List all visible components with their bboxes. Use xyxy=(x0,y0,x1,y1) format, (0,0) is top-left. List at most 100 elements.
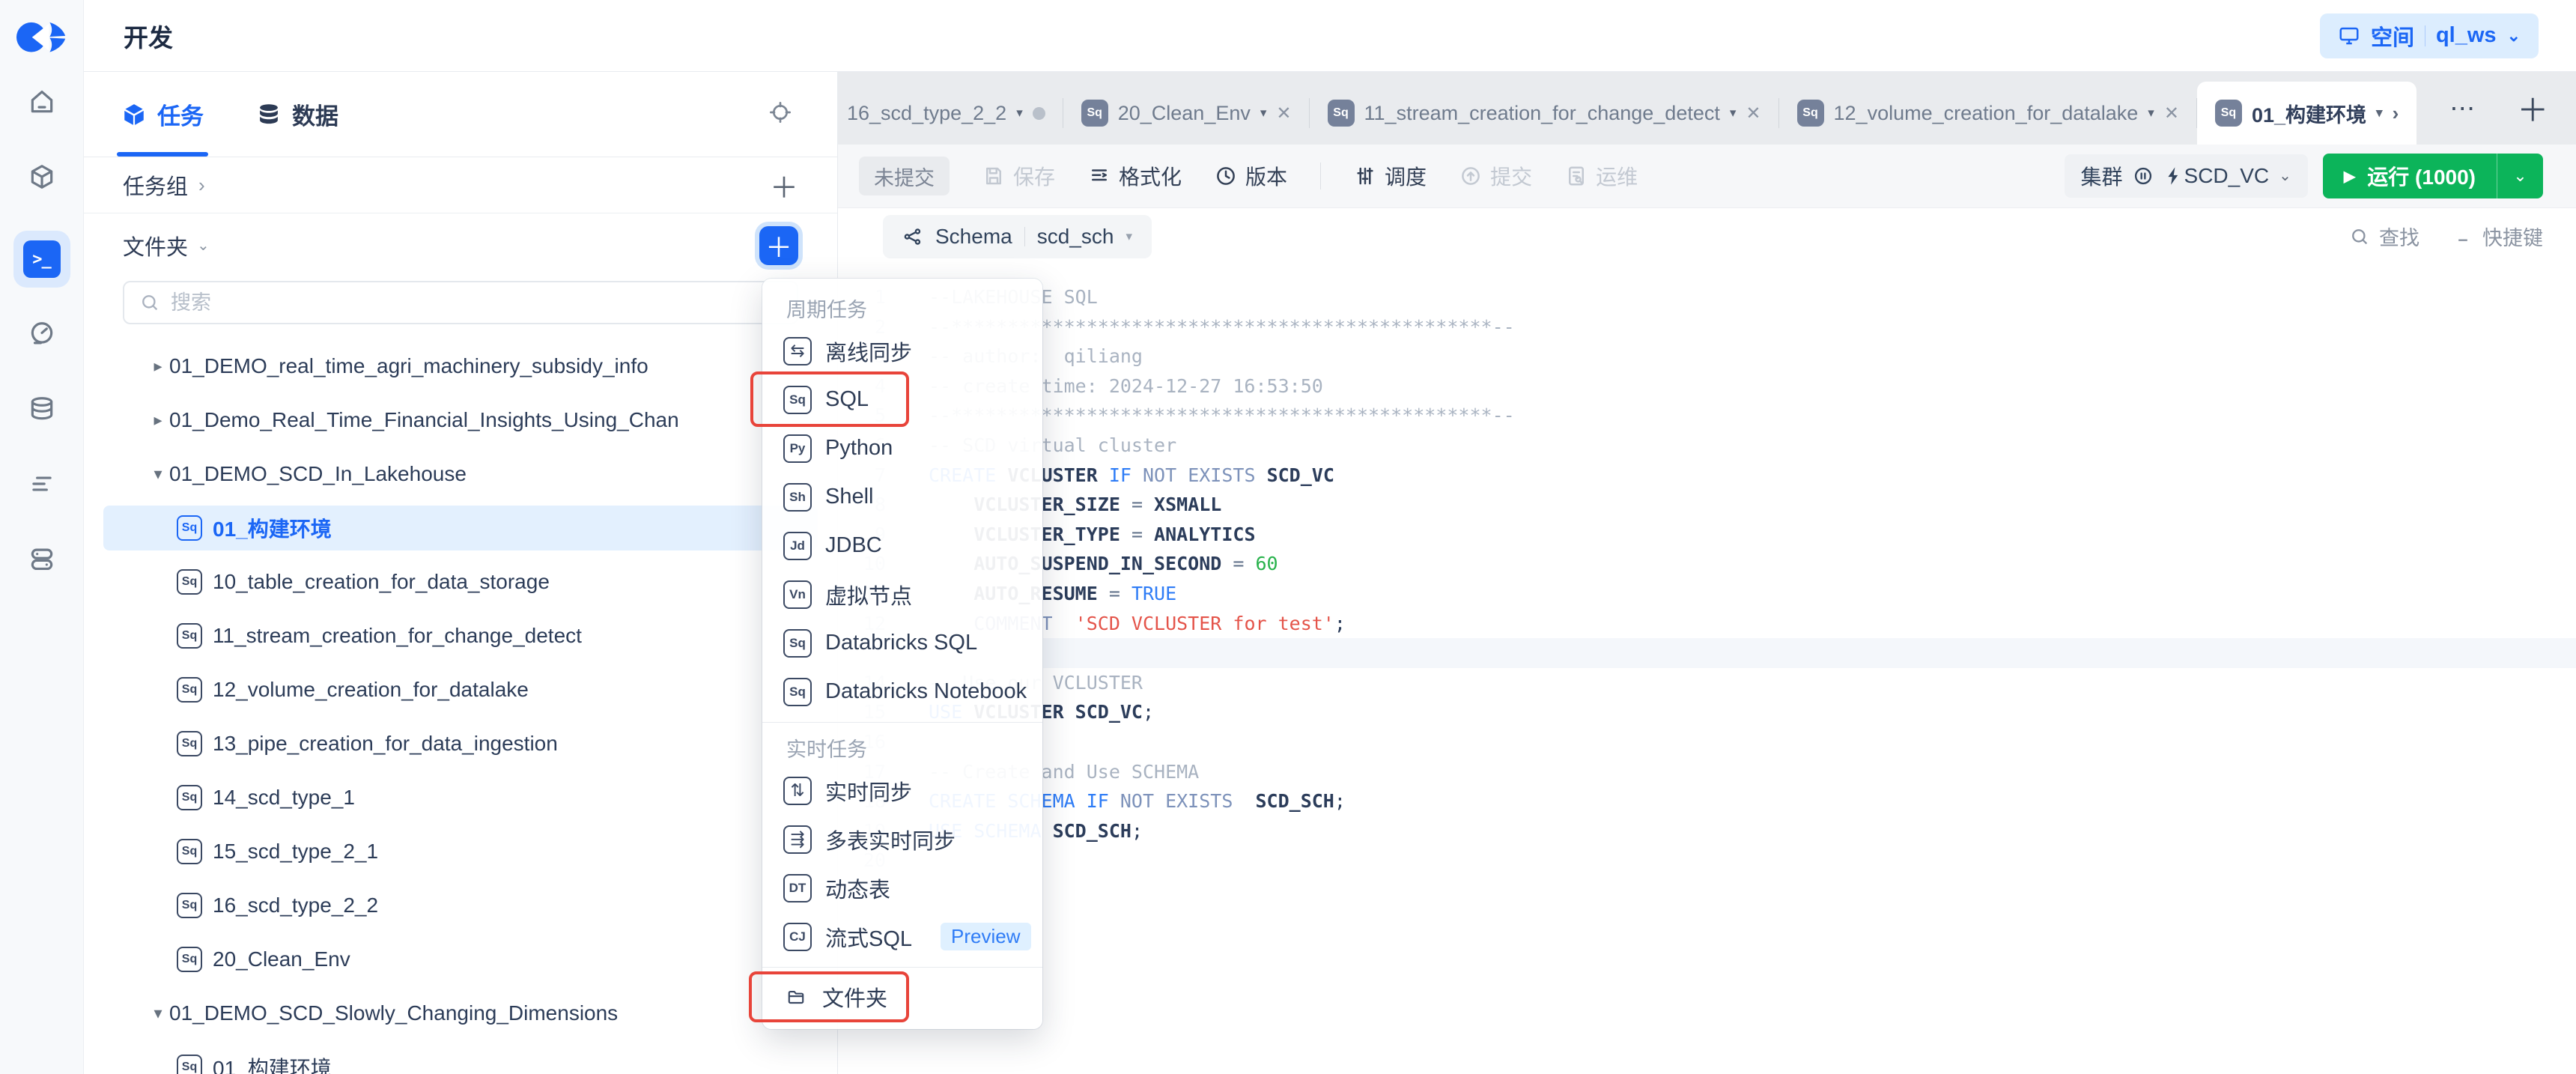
tree-task-item[interactable]: Sq15_scd_type_2_1 xyxy=(84,825,837,879)
menu-item-sql-task[interactable]: Sq SQL xyxy=(762,375,1042,424)
menu-item-realtime-sync[interactable]: ⇅实时同步 xyxy=(762,766,1042,815)
tree-task-item[interactable]: Sq10_table_creation_for_data_storage xyxy=(84,555,837,609)
editor-tab[interactable]: Sq12_volume_creation_for_datalake▾✕ xyxy=(1779,82,2197,145)
new-tab-button[interactable]: ＋ xyxy=(2517,85,2548,131)
tab-caret-down-icon[interactable]: ▾ xyxy=(2376,106,2383,121)
clusters-icon[interactable] xyxy=(13,530,70,587)
menu-item-dynamic-table[interactable]: DT动态表 xyxy=(762,864,1042,912)
menu-item-multi-table-realtime-sync[interactable]: ⇶多表实时同步 xyxy=(762,815,1042,864)
save-button[interactable]: 保存 xyxy=(982,161,1055,191)
tree-task-item[interactable]: Sq11_stream_creation_for_change_detect xyxy=(84,609,837,663)
tree-task-item[interactable]: Sq12_volume_creation_for_datalake xyxy=(84,663,837,717)
tree-task-item[interactable]: Sq13_pipe_creation_for_data_ingestion xyxy=(84,717,837,771)
tree-group[interactable]: ▾01_DEMO_SCD_In_Lakehouse xyxy=(84,447,837,501)
dev-terminal-icon[interactable]: >_ xyxy=(13,231,70,288)
menu-item-new-folder[interactable]: 文件夹 xyxy=(762,974,1042,1020)
tab-caret-down-icon[interactable]: ▾ xyxy=(1016,106,1023,121)
more-tabs-icon[interactable]: ⋯ xyxy=(2449,94,2476,124)
close-icon[interactable]: ✕ xyxy=(2164,103,2179,124)
task-list-icon[interactable] xyxy=(13,455,70,512)
sql-task-icon: Sq xyxy=(2215,100,2242,127)
search-input[interactable] xyxy=(171,291,782,315)
workspace-switcher[interactable]: 空间 ql_ws ⌄ xyxy=(2320,13,2539,58)
tree-row-inner: Sq16_scd_type_2_2 xyxy=(103,883,818,928)
tree-group[interactable]: ▾01_DEMO_SCD_Slowly_Changing_Dimensions xyxy=(84,986,837,1040)
tab-caret-down-icon[interactable]: ▾ xyxy=(2148,106,2154,121)
editor-tab-label: 20_Clean_Env xyxy=(1118,102,1251,125)
folder-section-label: 文件夹 xyxy=(123,230,188,261)
caret-right-icon[interactable]: ▸ xyxy=(147,410,169,430)
shortcuts-button[interactable]: 快捷键 xyxy=(2452,222,2543,251)
find-button[interactable]: 查找 xyxy=(2349,222,2419,251)
menu-item-shell-task[interactable]: ShShell xyxy=(762,473,1042,521)
task-group-row[interactable]: 任务组 › ＋ xyxy=(84,157,837,213)
menu-item-label: SQL xyxy=(825,387,869,412)
add-task-group-button[interactable]: ＋ xyxy=(770,165,798,206)
submit-button[interactable]: 提交 xyxy=(1459,161,1532,191)
divider xyxy=(1024,227,1025,246)
menu-item-virtual-node-task[interactable]: Vn虚拟节点 xyxy=(762,570,1042,619)
menu-item-databricks-notebook-task[interactable]: SqDatabricks Notebook xyxy=(762,667,1042,716)
editor-tab[interactable]: Sq20_Clean_Env▾✕ xyxy=(1063,82,1310,145)
toolbar-button-label: 格式化 xyxy=(1119,161,1182,191)
menu-item-label: Databricks Notebook xyxy=(825,679,1027,704)
menu-item-python-task[interactable]: PyPython xyxy=(762,424,1042,473)
keyboard-icon xyxy=(2452,226,2473,247)
panel-tab-tasks[interactable]: 任务 xyxy=(121,72,204,157)
schema-selector[interactable]: Schema scd_sch ▾ xyxy=(883,215,1152,258)
cluster-selector[interactable]: 集群SCD_VC⌄ xyxy=(2065,154,2308,198)
code-editor[interactable]: 123456789101112131415161718192021 --LAKE… xyxy=(838,264,2576,1074)
tree-task-item[interactable]: Sq14_scd_type_1 xyxy=(84,771,837,825)
caret-down-icon[interactable]: ▾ xyxy=(147,1004,169,1023)
tree-group[interactable]: ▸01_Demo_Real_Time_Financial_Insights_Us… xyxy=(84,393,837,447)
editor-tab[interactable]: Sq11_stream_creation_for_change_detect▾✕ xyxy=(1310,82,1779,145)
divider xyxy=(1320,163,1321,189)
version-button[interactable]: 版本 xyxy=(1215,161,1287,191)
panel-tab-data[interactable]: 数据 xyxy=(256,72,338,157)
code-pane[interactable]: --LAKEHOUSE SQL--***********************… xyxy=(895,282,2576,1074)
add-task-button[interactable]: ＋ xyxy=(759,226,798,265)
close-icon[interactable]: ✕ xyxy=(1746,103,1761,124)
home-icon[interactable] xyxy=(13,73,70,130)
run-options-button[interactable]: ⌄ xyxy=(2497,154,2543,198)
ops-monitor-icon[interactable] xyxy=(13,306,70,362)
tree-task-item[interactable]: Sq01_构建环境 xyxy=(84,1040,837,1074)
search-box[interactable] xyxy=(123,281,798,324)
search-row xyxy=(84,278,837,332)
tab-caret-down-icon[interactable]: ▾ xyxy=(1260,106,1267,121)
chevron-right-icon[interactable]: › xyxy=(2393,102,2399,125)
tree-row-inner: ▾01_DEMO_SCD_In_Lakehouse xyxy=(103,452,818,497)
ops-button[interactable]: 运维 xyxy=(1565,161,1638,191)
sql-task-icon: Sq xyxy=(177,1055,202,1074)
tree-group-label: 01_DEMO_SCD_Slowly_Changing_Dimensions xyxy=(169,1001,618,1025)
menu-item-offline-sync[interactable]: ⇆离线同步 xyxy=(762,327,1042,375)
format-button[interactable]: 格式化 xyxy=(1088,161,1182,191)
tree-task-item[interactable]: Sq01_构建环境 xyxy=(84,501,837,555)
tree-group[interactable]: ▸01_DEMO_real_time_agri_machinery_subsid… xyxy=(84,339,837,393)
editor-tab[interactable]: Sq01_构建环境▾› xyxy=(2197,82,2416,145)
run-label: 运行 (1000) xyxy=(2367,161,2476,191)
caret-right-icon[interactable]: ▸ xyxy=(147,357,169,376)
editor-tab[interactable]: 16_scd_type_2_2▾ xyxy=(838,82,1063,145)
caret-down-icon[interactable]: ▾ xyxy=(147,464,169,484)
sql-task-icon: Sq xyxy=(783,386,812,414)
folder-section-row[interactable]: 文件夹 ⌄ ＋ xyxy=(84,213,837,278)
code-line: CREATE SCHEMA IF NOT EXISTS SCD_SCH; xyxy=(929,786,2576,816)
unsaved-dot-icon[interactable] xyxy=(1033,107,1045,120)
tree-row-inner: ▾01_DEMO_SCD_Slowly_Changing_Dimensions xyxy=(103,991,818,1036)
schedule-button[interactable]: 调度 xyxy=(1354,161,1427,191)
run-button[interactable]: ▶运行 (1000) xyxy=(2323,154,2497,198)
menu-item-databricks-sql-task[interactable]: SqDatabricks SQL xyxy=(762,619,1042,667)
locate-current-file-icon[interactable] xyxy=(768,100,792,128)
menu-item-jdbc-task[interactable]: JdJDBC xyxy=(762,521,1042,570)
data-assets-icon[interactable] xyxy=(13,380,70,437)
tree-task-item[interactable]: Sq20_Clean_Env xyxy=(84,932,837,986)
close-icon[interactable]: ✕ xyxy=(1276,103,1291,124)
menu-item-streaming-sql[interactable]: CJ流式SQLPreview xyxy=(762,912,1042,961)
tab-caret-down-icon[interactable]: ▾ xyxy=(1730,106,1737,121)
tree-task-label: 12_volume_creation_for_datalake xyxy=(213,678,529,702)
app-logo-icon[interactable] xyxy=(16,21,67,55)
task-tree: ▸01_DEMO_real_time_agri_machinery_subsid… xyxy=(84,332,837,1074)
projects-cube-icon[interactable] xyxy=(13,148,70,205)
tree-task-item[interactable]: Sq16_scd_type_2_2 xyxy=(84,879,837,932)
